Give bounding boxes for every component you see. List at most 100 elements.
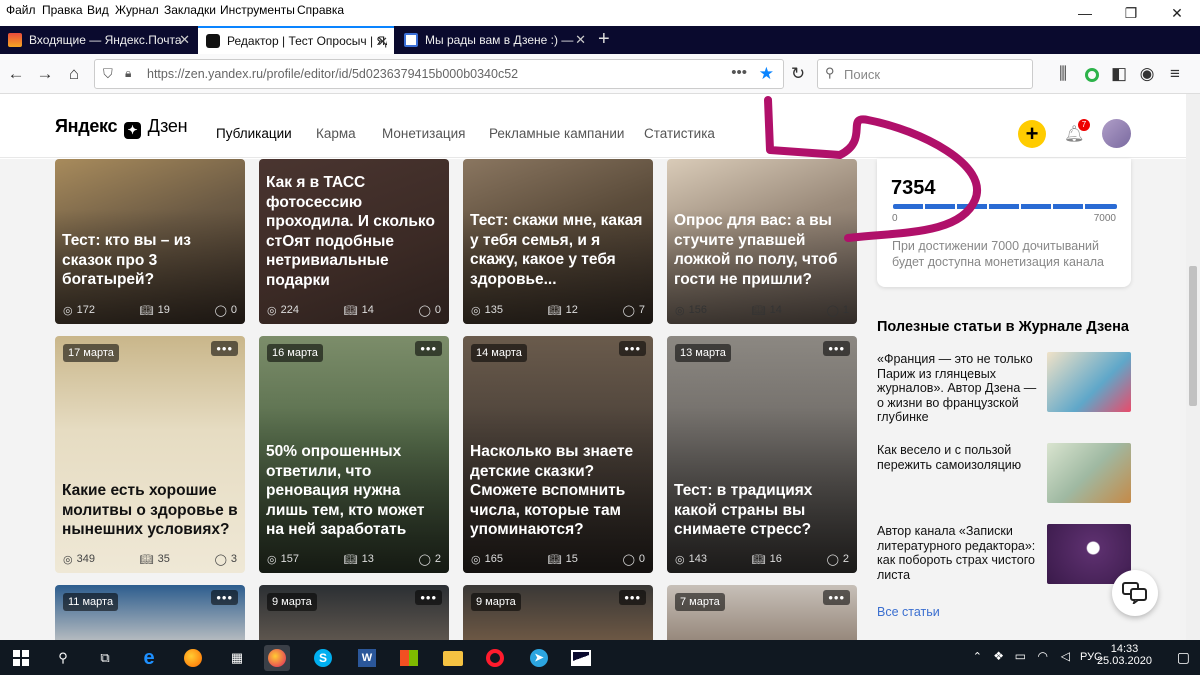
tab-editor[interactable]: Редактор | Тест Опросыч | Ядн ✕ <box>198 26 394 54</box>
minimize-icon[interactable]: — <box>1062 0 1108 26</box>
reload-icon[interactable]: ↻ <box>787 63 809 85</box>
photos-icon[interactable] <box>568 645 594 671</box>
volume-icon[interactable]: ◁ <box>1061 649 1070 663</box>
firefox-taskbar-icon[interactable] <box>180 645 206 671</box>
calculator-icon[interactable]: ▦ <box>224 645 250 671</box>
publication-card[interactable]: 9 марта ••• <box>259 585 449 640</box>
nav-ad-campaigns[interactable]: Рекламные кампании <box>489 126 624 141</box>
menu-view[interactable]: Вид <box>87 3 109 17</box>
comments-stat: ◯ 7 <box>622 304 645 317</box>
notifications-center-icon[interactable]: ▢ <box>1177 649 1190 666</box>
scrollbar-thumb[interactable] <box>1189 266 1197 406</box>
clock[interactable]: 14:33 25.03.2020 <box>1097 643 1152 667</box>
views-stat: ◎ 157 <box>267 553 299 566</box>
publication-card[interactable]: 14 марта ••• Насколько вы знаете детские… <box>463 336 653 573</box>
skype-icon[interactable]: S <box>310 645 336 671</box>
card-menu-icon[interactable]: ••• <box>823 590 850 605</box>
yandex-zen-logo[interactable]: Яндекс ✦ Дзен <box>55 116 188 139</box>
card-menu-icon[interactable]: ••• <box>211 341 238 356</box>
menu-hamburger-icon[interactable]: ≡ <box>1164 63 1186 85</box>
publication-card[interactable]: Как я в ТАСС фотосессию проходила. И ско… <box>259 159 449 324</box>
article-title[interactable]: Автор канала «Записки литературного реда… <box>877 524 1037 582</box>
article-title[interactable]: Как весело и с пользой пережить самоизол… <box>877 443 1037 472</box>
card-menu-icon[interactable]: ••• <box>415 590 442 605</box>
nav-publications[interactable]: Публикации <box>216 126 292 141</box>
publication-card[interactable]: 11 марта ••• <box>55 585 245 640</box>
tab-mail[interactable]: Входящие — Яндекс.Почта ✕ <box>0 26 196 54</box>
library-icon[interactable]: ⫼ <box>1052 63 1074 85</box>
publication-card[interactable]: Опрос для вас: а вы стучите упавшей ложк… <box>667 159 857 324</box>
menu-history[interactable]: Журнал <box>115 3 159 17</box>
reads-stat: 📖︎ 16 <box>751 553 782 566</box>
menu-edit[interactable]: Правка <box>42 3 83 17</box>
wifi-icon[interactable]: ◠ <box>1038 649 1048 663</box>
menu-file[interactable]: Файл <box>6 3 36 17</box>
avatar[interactable] <box>1102 119 1131 148</box>
add-publication-button[interactable]: + <box>1018 120 1046 148</box>
publication-card[interactable]: Тест: скажи мне, какая у тебя семья, и я… <box>463 159 653 324</box>
dropbox-icon[interactable]: ❖ <box>993 649 1004 663</box>
home-icon[interactable]: ⌂ <box>63 63 85 85</box>
shield-icon[interactable]: ⛉ <box>103 66 113 82</box>
bookmark-star-icon[interactable]: ★ <box>759 64 774 84</box>
new-tab-button[interactable]: + <box>598 28 610 50</box>
article-item[interactable]: Как весело и с пользой пережить самоизол… <box>877 443 1131 503</box>
close-tab-icon[interactable]: ✕ <box>377 34 388 50</box>
battery-icon[interactable]: ▭ <box>1015 649 1026 663</box>
windows-start-icon[interactable] <box>8 645 34 671</box>
close-window-icon[interactable]: ✕ <box>1154 0 1200 26</box>
file-explorer-icon[interactable] <box>440 645 466 671</box>
opera-icon[interactable] <box>482 645 508 671</box>
url-bar[interactable]: ⛉ 🔒︎ https://zen.yandex.ru/profile/edito… <box>94 59 784 89</box>
publication-card[interactable]: 7 марта ••• <box>667 585 857 640</box>
task-view-icon[interactable]: ⧉ <box>92 645 118 671</box>
publication-card[interactable]: Тест: кто вы – из сказок про 3 богатырей… <box>55 159 245 324</box>
firefox-active-icon[interactable] <box>264 645 290 671</box>
article-title[interactable]: «Франция — это не только Париж из глянце… <box>877 352 1037 425</box>
publication-card[interactable]: 9 марта ••• <box>463 585 653 640</box>
all-articles-link[interactable]: Все статьи <box>877 605 940 619</box>
restore-icon[interactable]: ❐ <box>1108 0 1154 26</box>
forward-icon[interactable]: → <box>34 63 56 85</box>
publication-card[interactable]: 13 марта ••• Тест: в традициях какой стр… <box>667 336 857 573</box>
menu-help[interactable]: Справка <box>297 3 344 17</box>
back-icon[interactable]: ← <box>5 63 27 85</box>
edge-icon[interactable]: e <box>136 645 162 671</box>
publication-card[interactable]: 17 марта ••• Какие есть хорошие молитвы … <box>55 336 245 573</box>
search-icon[interactable]: ⚲ <box>50 645 76 671</box>
page-scrollbar[interactable] <box>1186 94 1200 640</box>
publication-card[interactable]: 16 марта ••• 50% опрошенных ответили, чт… <box>259 336 449 573</box>
sidebar-icon[interactable]: ◧ <box>1108 63 1130 85</box>
menu-bookmarks[interactable]: Закладки <box>164 3 216 17</box>
lock-icon[interactable]: 🔒︎ <box>125 66 131 81</box>
more-icon[interactable]: ••• <box>731 64 747 81</box>
menu-tools[interactable]: Инструменты <box>220 3 295 17</box>
article-thumbnail[interactable] <box>1047 524 1131 584</box>
close-tab-icon[interactable]: ✕ <box>179 32 190 48</box>
chevron-up-icon[interactable]: ⌃ <box>973 650 982 663</box>
url-text[interactable]: https://zen.yandex.ru/profile/editor/id/… <box>147 67 518 81</box>
article-item[interactable]: «Франция — это не только Париж из глянце… <box>877 352 1131 424</box>
chat-support-button[interactable] <box>1112 570 1158 616</box>
tab-zen-welcome[interactable]: Мы рады вам в Дзене :) — Ya ✕ <box>396 26 592 54</box>
close-tab-icon[interactable]: ✕ <box>575 32 586 48</box>
card-menu-icon[interactable]: ••• <box>211 590 238 605</box>
progress-min-label: 0 <box>892 213 898 224</box>
nav-statistics[interactable]: Статистика <box>644 126 715 141</box>
store-icon[interactable] <box>396 645 422 671</box>
card-menu-icon[interactable]: ••• <box>619 341 646 356</box>
word-icon[interactable]: W <box>354 645 380 671</box>
article-thumbnail[interactable] <box>1047 443 1131 503</box>
telegram-icon[interactable]: ➤ <box>526 645 552 671</box>
article-item[interactable]: Автор канала «Записки литературного реда… <box>877 524 1131 584</box>
account-icon[interactable]: ◉ <box>1136 63 1158 85</box>
extension-icon[interactable] <box>1081 63 1103 85</box>
card-menu-icon[interactable]: ••• <box>823 341 850 356</box>
nav-karma[interactable]: Карма <box>316 126 356 141</box>
views-stat: ◎ 143 <box>675 553 707 566</box>
card-menu-icon[interactable]: ••• <box>619 590 646 605</box>
search-input[interactable]: ⚲ Поиск <box>817 59 1033 89</box>
article-thumbnail[interactable] <box>1047 352 1131 412</box>
nav-monetization[interactable]: Монетизация <box>382 126 465 141</box>
card-menu-icon[interactable]: ••• <box>415 341 442 356</box>
